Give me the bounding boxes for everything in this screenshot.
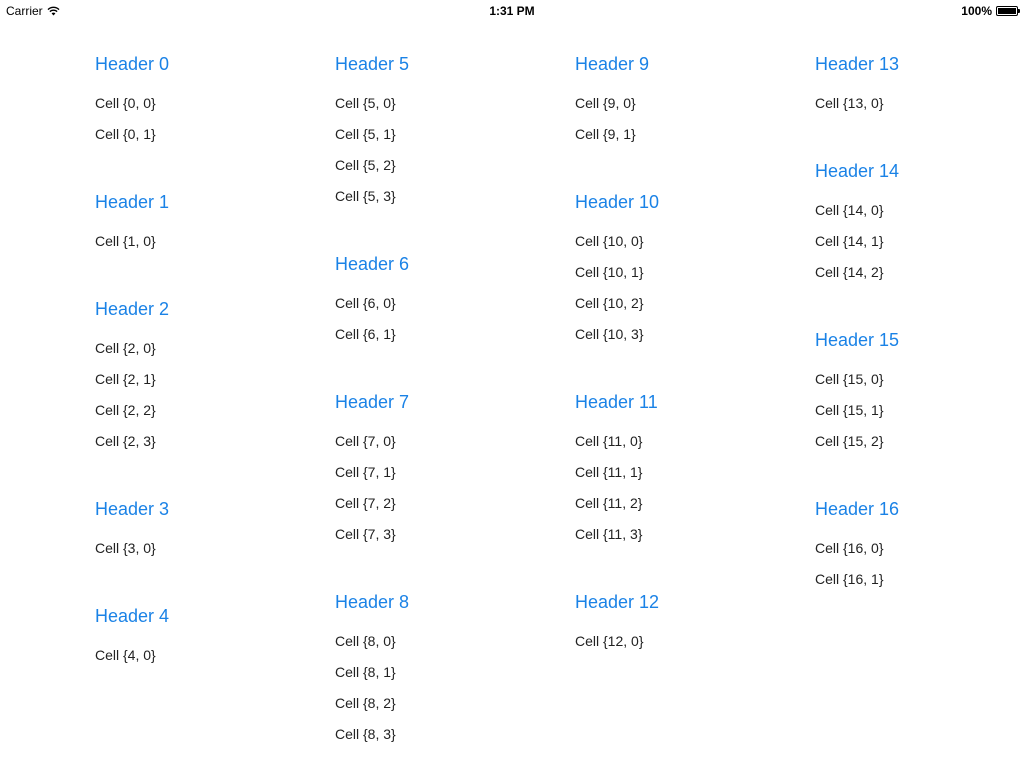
section-header: Header 14: [815, 161, 900, 181]
collection-cell[interactable]: Cell {14, 2}: [815, 263, 884, 281]
collection-cell[interactable]: Cell {11, 2}: [575, 494, 642, 512]
collection-cell[interactable]: Cell {1, 0}: [95, 232, 156, 250]
collection-cell[interactable]: Cell {11, 3}: [575, 525, 642, 543]
collection-cell[interactable]: Cell {6, 0}: [335, 294, 396, 312]
section-header: Header 11: [575, 392, 658, 412]
collection-cell[interactable]: Cell {16, 0}: [815, 539, 884, 557]
collection-cell[interactable]: Cell {2, 1}: [95, 370, 156, 388]
collection-cell[interactable]: Cell {0, 0}: [95, 94, 156, 112]
collection-cell[interactable]: Cell {7, 3}: [335, 525, 396, 543]
collection-cell[interactable]: Cell {15, 0}: [815, 370, 884, 388]
collection-view[interactable]: Header 0 Cell {0, 0} Cell {0, 1} Header 1 Ce…: [0, 0, 1024, 768]
collection-cell[interactable]: Cell {8, 1}: [335, 663, 396, 681]
section-header: Header 13: [815, 54, 900, 74]
collection-cell[interactable]: Cell {14, 1}: [815, 232, 884, 250]
collection-cell[interactable]: Cell {8, 3}: [335, 725, 396, 743]
section-header: Header 6: [335, 254, 410, 274]
collection-cell[interactable]: Cell {15, 1}: [815, 401, 884, 419]
section-header: Header 10: [575, 192, 660, 212]
collection-cell[interactable]: Cell {15, 2}: [815, 432, 884, 450]
collection-cell[interactable]: Cell {0, 1}: [95, 125, 156, 143]
section-header: Header 7: [335, 392, 410, 412]
collection-cell[interactable]: Cell {11, 0}: [575, 432, 642, 450]
collection-cell[interactable]: Cell {5, 1}: [335, 125, 396, 143]
section-header: Header 0: [95, 54, 170, 74]
collection-cell[interactable]: Cell {14, 0}: [815, 201, 884, 219]
section-header: Header 15: [815, 330, 900, 350]
section-header: Header 5: [335, 54, 410, 74]
collection-cell[interactable]: Cell {9, 1}: [575, 125, 636, 143]
collection-cell[interactable]: Cell {8, 0}: [335, 632, 396, 650]
collection-cell[interactable]: Cell {2, 2}: [95, 401, 156, 419]
collection-cell[interactable]: Cell {7, 2}: [335, 494, 396, 512]
collection-cell[interactable]: Cell {7, 0}: [335, 432, 396, 450]
section-header: Header 16: [815, 499, 900, 519]
collection-cell[interactable]: Cell {10, 3}: [575, 325, 644, 343]
collection-cell[interactable]: Cell {4, 0}: [95, 646, 156, 664]
collection-cell[interactable]: Cell {2, 3}: [95, 432, 156, 450]
collection-cell[interactable]: Cell {10, 2}: [575, 294, 644, 312]
collection-cell[interactable]: Cell {16, 1}: [815, 570, 884, 588]
collection-cell[interactable]: Cell {10, 1}: [575, 263, 644, 281]
section-header: Header 2: [95, 299, 170, 319]
section-header: Header 4: [95, 606, 170, 626]
collection-cell[interactable]: Cell {3, 0}: [95, 539, 156, 557]
section-header: Header 1: [95, 192, 170, 212]
section-header: Header 8: [335, 592, 410, 612]
collection-cell[interactable]: Cell {9, 0}: [575, 94, 636, 112]
section-header: Header 9: [575, 54, 650, 74]
collection-cell[interactable]: Cell {13, 0}: [815, 94, 884, 112]
collection-cell[interactable]: Cell {5, 3}: [335, 187, 396, 205]
collection-cell[interactable]: Cell {5, 2}: [335, 156, 396, 174]
collection-cell[interactable]: Cell {5, 0}: [335, 94, 396, 112]
section-header: Header 3: [95, 499, 170, 519]
collection-cell[interactable]: Cell {11, 1}: [575, 463, 642, 481]
collection-cell[interactable]: Cell {7, 1}: [335, 463, 396, 481]
collection-cell[interactable]: Cell {10, 0}: [575, 232, 644, 250]
section-header: Header 12: [575, 592, 660, 612]
collection-cell[interactable]: Cell {12, 0}: [575, 632, 644, 650]
collection-cell[interactable]: Cell {8, 2}: [335, 694, 396, 712]
collection-cell[interactable]: Cell {6, 1}: [335, 325, 396, 343]
collection-cell[interactable]: Cell {2, 0}: [95, 339, 156, 357]
